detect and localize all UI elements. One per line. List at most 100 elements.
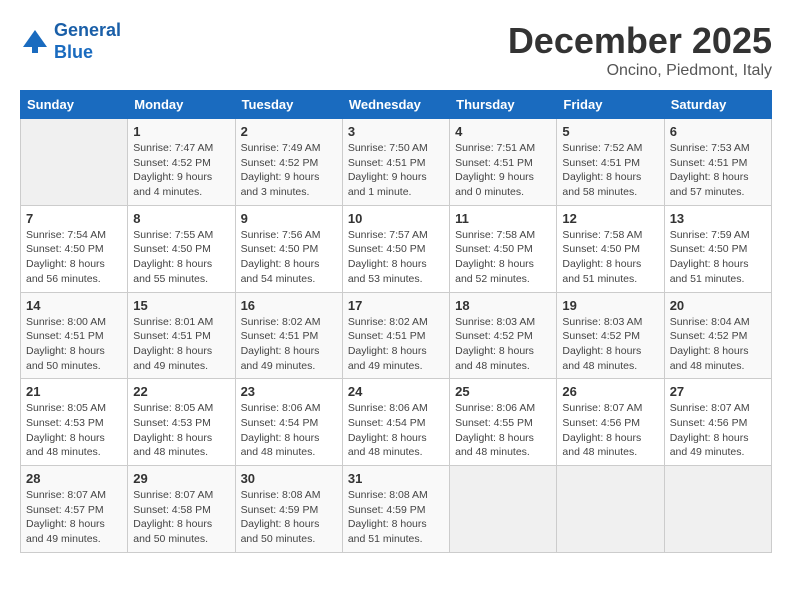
logo-text: General Blue [54,20,121,63]
day-number: 26 [562,384,658,399]
calendar-cell: 4 Sunrise: 7:51 AM Sunset: 4:51 PM Daylig… [450,119,557,206]
day-info: Sunrise: 8:07 AM Sunset: 4:58 PM Dayligh… [133,488,229,547]
day-info: Sunrise: 8:02 AM Sunset: 4:51 PM Dayligh… [241,315,337,374]
calendar-cell: 30 Sunrise: 8:08 AM Sunset: 4:59 PM Dayli… [235,466,342,553]
calendar-cell [21,119,128,206]
day-info: Sunrise: 8:05 AM Sunset: 4:53 PM Dayligh… [133,401,229,460]
calendar-cell: 16 Sunrise: 8:02 AM Sunset: 4:51 PM Dayli… [235,292,342,379]
column-header-monday: Monday [128,91,235,119]
day-info: Sunrise: 8:01 AM Sunset: 4:51 PM Dayligh… [133,315,229,374]
day-number: 31 [348,471,444,486]
calendar-cell: 8 Sunrise: 7:55 AM Sunset: 4:50 PM Daylig… [128,205,235,292]
calendar-cell: 21 Sunrise: 8:05 AM Sunset: 4:53 PM Dayli… [21,379,128,466]
day-number: 12 [562,211,658,226]
calendar-cell: 25 Sunrise: 8:06 AM Sunset: 4:55 PM Dayli… [450,379,557,466]
calendar-cell: 29 Sunrise: 8:07 AM Sunset: 4:58 PM Dayli… [128,466,235,553]
calendar-cell: 7Sunrise: 7:54 AM Sunset: 4:50 PM Daylig… [21,205,128,292]
column-header-friday: Friday [557,91,664,119]
column-header-wednesday: Wednesday [342,91,449,119]
calendar-cell: 2Sunrise: 7:49 AM Sunset: 4:52 PM Daylig… [235,119,342,206]
day-info: Sunrise: 7:49 AM Sunset: 4:52 PM Dayligh… [241,141,337,200]
column-header-sunday: Sunday [21,91,128,119]
day-info: Sunrise: 7:58 AM Sunset: 4:50 PM Dayligh… [455,228,551,287]
day-info: Sunrise: 8:07 AM Sunset: 4:56 PM Dayligh… [670,401,766,460]
column-header-tuesday: Tuesday [235,91,342,119]
day-info: Sunrise: 7:57 AM Sunset: 4:50 PM Dayligh… [348,228,444,287]
day-number: 16 [241,298,337,313]
column-header-saturday: Saturday [664,91,771,119]
calendar-cell: 27 Sunrise: 8:07 AM Sunset: 4:56 PM Dayli… [664,379,771,466]
calendar-cell: 28Sunrise: 8:07 AM Sunset: 4:57 PM Dayli… [21,466,128,553]
day-info: Sunrise: 8:04 AM Sunset: 4:52 PM Dayligh… [670,315,766,374]
day-number: 13 [670,211,766,226]
calendar-cell [450,466,557,553]
day-info: Sunrise: 7:55 AM Sunset: 4:50 PM Dayligh… [133,228,229,287]
location-subtitle: Oncino, Piedmont, Italy [508,62,772,80]
calendar-cell: 12 Sunrise: 7:58 AM Sunset: 4:50 PM Dayli… [557,205,664,292]
day-number: 7 [26,211,122,226]
day-info: Sunrise: 8:06 AM Sunset: 4:54 PM Dayligh… [241,401,337,460]
calendar-cell: 9Sunrise: 7:56 AM Sunset: 4:50 PM Daylig… [235,205,342,292]
day-info: Sunrise: 8:05 AM Sunset: 4:53 PM Dayligh… [26,401,122,460]
calendar-cell: 15 Sunrise: 8:01 AM Sunset: 4:51 PM Dayli… [128,292,235,379]
day-number: 21 [26,384,122,399]
column-header-thursday: Thursday [450,91,557,119]
calendar-cell: 11 Sunrise: 7:58 AM Sunset: 4:50 PM Dayli… [450,205,557,292]
day-number: 4 [455,124,551,139]
day-info: Sunrise: 7:59 AM Sunset: 4:50 PM Dayligh… [670,228,766,287]
calendar-cell: 17 Sunrise: 8:02 AM Sunset: 4:51 PM Dayli… [342,292,449,379]
day-number: 27 [670,384,766,399]
calendar-cell: 5 Sunrise: 7:52 AM Sunset: 4:51 PM Daylig… [557,119,664,206]
day-info: Sunrise: 8:06 AM Sunset: 4:55 PM Dayligh… [455,401,551,460]
calendar-cell [557,466,664,553]
calendar-cell: 14 Sunrise: 8:00 AM Sunset: 4:51 PM Dayli… [21,292,128,379]
title-block: December 2025 Oncino, Piedmont, Italy [508,20,772,80]
day-info: Sunrise: 8:03 AM Sunset: 4:52 PM Dayligh… [562,315,658,374]
day-info: Sunrise: 8:02 AM Sunset: 4:51 PM Dayligh… [348,315,444,374]
day-number: 11 [455,211,551,226]
calendar-cell: 26Sunrise: 8:07 AM Sunset: 4:56 PM Dayli… [557,379,664,466]
day-number: 15 [133,298,229,313]
day-number: 3 [348,124,444,139]
calendar-cell: 19Sunrise: 8:03 AM Sunset: 4:52 PM Dayli… [557,292,664,379]
calendar-cell: 10Sunrise: 7:57 AM Sunset: 4:50 PM Dayli… [342,205,449,292]
day-number: 29 [133,471,229,486]
day-info: Sunrise: 7:50 AM Sunset: 4:51 PM Dayligh… [348,141,444,200]
calendar-cell: 1 Sunrise: 7:47 AM Sunset: 4:52 PM Daylig… [128,119,235,206]
day-number: 14 [26,298,122,313]
day-number: 17 [348,298,444,313]
calendar-cell: 18Sunrise: 8:03 AM Sunset: 4:52 PM Dayli… [450,292,557,379]
day-info: Sunrise: 8:07 AM Sunset: 4:57 PM Dayligh… [26,488,122,547]
calendar-cell: 6 Sunrise: 7:53 AM Sunset: 4:51 PM Daylig… [664,119,771,206]
day-number: 30 [241,471,337,486]
day-info: Sunrise: 8:08 AM Sunset: 4:59 PM Dayligh… [348,488,444,547]
day-number: 9 [241,211,337,226]
logo-icon [20,27,50,57]
day-number: 5 [562,124,658,139]
day-number: 22 [133,384,229,399]
day-info: Sunrise: 8:08 AM Sunset: 4:59 PM Dayligh… [241,488,337,547]
calendar-cell: 13 Sunrise: 7:59 AM Sunset: 4:50 PM Dayli… [664,205,771,292]
day-number: 1 [133,124,229,139]
day-info: Sunrise: 7:53 AM Sunset: 4:51 PM Dayligh… [670,141,766,200]
page-header: General Blue December 2025 Oncino, Piedm… [20,20,772,80]
day-number: 8 [133,211,229,226]
logo: General Blue [20,20,121,63]
calendar-cell: 24Sunrise: 8:06 AM Sunset: 4:54 PM Dayli… [342,379,449,466]
day-info: Sunrise: 8:00 AM Sunset: 4:51 PM Dayligh… [26,315,122,374]
day-number: 6 [670,124,766,139]
day-info: Sunrise: 7:47 AM Sunset: 4:52 PM Dayligh… [133,141,229,200]
day-number: 24 [348,384,444,399]
day-info: Sunrise: 7:58 AM Sunset: 4:50 PM Dayligh… [562,228,658,287]
calendar-cell [664,466,771,553]
month-title: December 2025 [508,20,772,62]
calendar-cell: 3 Sunrise: 7:50 AM Sunset: 4:51 PM Daylig… [342,119,449,206]
day-info: Sunrise: 7:52 AM Sunset: 4:51 PM Dayligh… [562,141,658,200]
calendar-table: SundayMondayTuesdayWednesdayThursdayFrid… [20,90,772,553]
day-info: Sunrise: 7:51 AM Sunset: 4:51 PM Dayligh… [455,141,551,200]
day-info: Sunrise: 8:03 AM Sunset: 4:52 PM Dayligh… [455,315,551,374]
calendar-cell: 31 Sunrise: 8:08 AM Sunset: 4:59 PM Dayli… [342,466,449,553]
calendar-cell: 22 Sunrise: 8:05 AM Sunset: 4:53 PM Dayli… [128,379,235,466]
calendar-cell: 23Sunrise: 8:06 AM Sunset: 4:54 PM Dayli… [235,379,342,466]
day-number: 25 [455,384,551,399]
